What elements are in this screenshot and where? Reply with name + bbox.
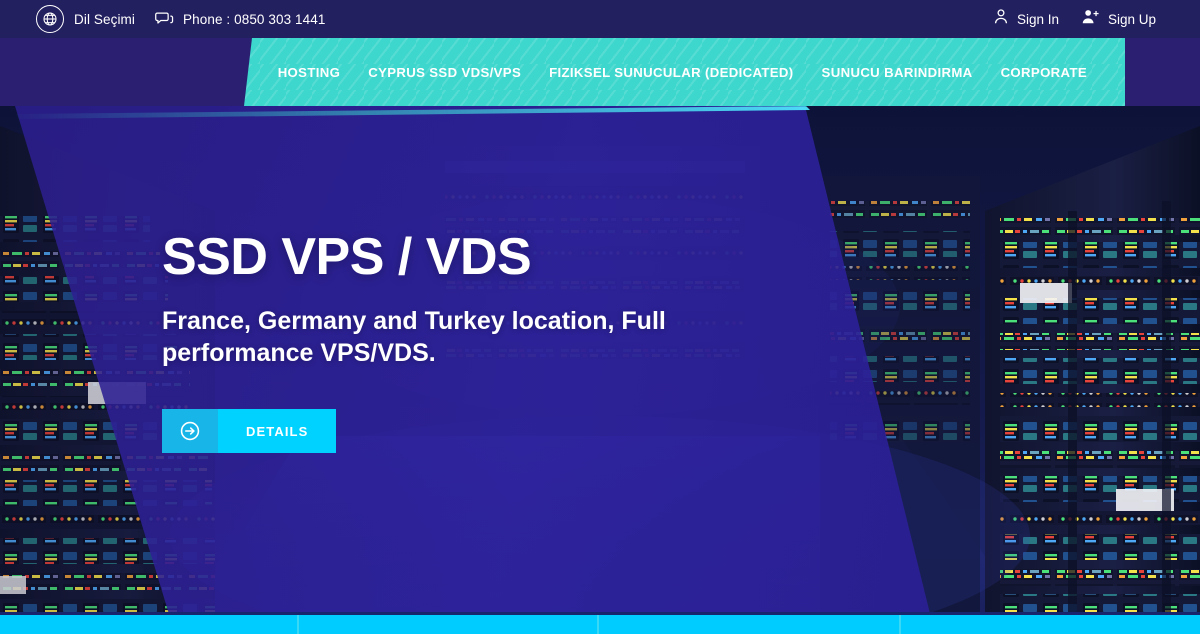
phone-number-label: Phone : 0850 303 1441 [183, 11, 326, 27]
topbar-left-group: Dil Seçimi Phone : 0850 303 1441 [0, 5, 326, 33]
user-plus-icon [1081, 8, 1100, 30]
details-button[interactable]: DETAILS [162, 409, 337, 454]
arrow-right-circle-icon [162, 409, 218, 454]
hero-subtitle: France, Germany and Turkey location, Ful… [162, 307, 666, 367]
language-selector-label[interactable]: Dil Seçimi [74, 12, 135, 27]
top-utility-bar: Dil Seçimi Phone : 0850 303 1441 Sign In [0, 0, 1200, 38]
bottom-strip-cell-4[interactable] [899, 615, 1200, 634]
globe-icon[interactable] [36, 5, 64, 33]
page-root: Dil Seçimi Phone : 0850 303 1441 Sign In [0, 0, 1200, 634]
bottom-strip-cell-2[interactable] [297, 615, 597, 634]
nav-item-hosting[interactable]: HOSTING [278, 65, 355, 80]
nav-item-fiziksel-sunucular[interactable]: FIZIKSEL SUNUCULAR (DEDICATED) [535, 65, 807, 80]
nav-items-list: HOSTING CYPRUS SSD VDS/VPS FIZIKSEL SUNU… [244, 38, 1125, 106]
sign-up-label: Sign Up [1107, 11, 1156, 27]
site-header: HOSTING CYPRUS SSD VDS/VPS FIZIKSEL SUNU… [0, 38, 1200, 106]
hero-title: SSD VPS / VDS [162, 228, 532, 286]
bottom-strip-cell-3[interactable] [597, 615, 899, 634]
topbar-right-group: Sign In Sign Up [993, 8, 1200, 30]
hero-content: SSD VPS / VDS France, Germany and Turkey… [162, 228, 802, 454]
sign-in-label: Sign In [1016, 11, 1059, 27]
bottom-feature-strip [0, 612, 1200, 634]
nav-item-corporate[interactable]: CORPORATE [987, 65, 1101, 80]
sign-up-button[interactable]: Sign Up [1081, 8, 1156, 30]
main-navigation-bar: HOSTING CYPRUS SSD VDS/VPS FIZIKSEL SUNU… [244, 38, 1125, 106]
chat-bubble-icon [155, 11, 174, 27]
nav-item-sunucu-barindirma[interactable]: SUNUCU BARINDIRMA [808, 65, 987, 80]
bottom-strip-cell-1[interactable] [0, 615, 297, 634]
sign-in-button[interactable]: Sign In [993, 8, 1059, 30]
hero-banner: SSD VPS / VDS France, Germany and Turkey… [0, 106, 1200, 634]
nav-item-cyprus-ssd-vds-vps[interactable]: CYPRUS SSD VDS/VPS [354, 65, 535, 80]
user-icon [993, 8, 1009, 30]
details-button-label: DETAILS [218, 409, 337, 454]
